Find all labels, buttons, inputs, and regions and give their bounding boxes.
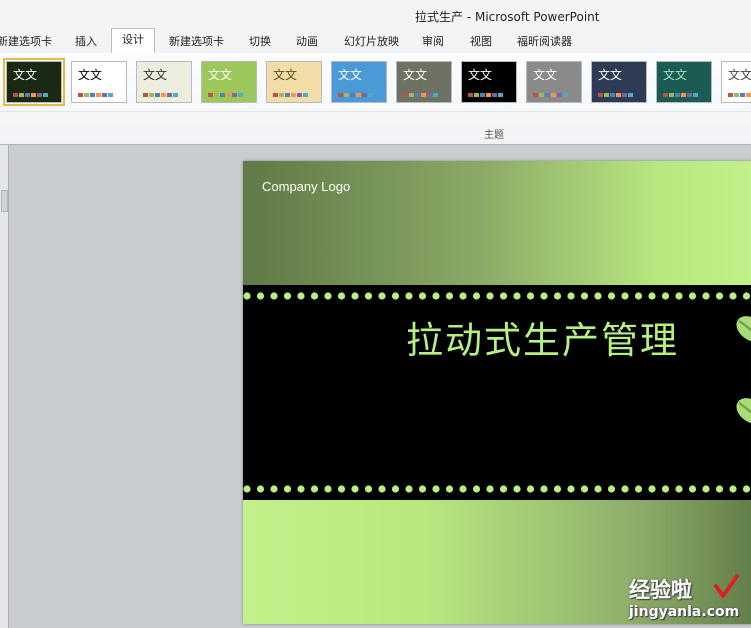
theme-sample-text: 文文 [273,68,298,82]
slide-title[interactable]: 拉动式生产管理 [406,310,679,364]
slide-canvas[interactable]: Company Logo 拉动式生产管理 [243,161,751,624]
theme-sample-text: 文文 [403,68,428,82]
dots-row-bottom [243,484,751,494]
window-title: 拉式生产 - Microsoft PowerPoint [415,10,600,24]
pane-resize-handle[interactable] [1,190,8,212]
theme-thumbnail[interactable]: 文文 [3,58,65,106]
tab-foxit-reader[interactable]: 福昕阅读器 [517,32,572,52]
theme-thumbnail[interactable]: 文文 [266,61,322,103]
theme-thumbnail[interactable]: 文文 [331,61,387,103]
slides-pane-edge[interactable] [0,145,9,628]
theme-color-swatches [728,93,751,97]
company-logo-text[interactable]: Company Logo [262,179,350,194]
leaf-ornament-icon [736,398,751,424]
watermark-url-text: jingyanla.com [629,604,740,620]
theme-sample-text: 文文 [208,68,233,82]
theme-thumbnail[interactable]: 文文 [526,61,582,103]
theme-sample-text: 文文 [728,68,751,82]
title-bar: 拉式生产 - Microsoft PowerPoint [0,0,751,28]
theme-sample-text: 文文 [468,68,493,82]
watermark-main-text: 经验啦 [629,578,692,602]
theme-thumbnail[interactable]: 文文 [721,61,751,103]
theme-sample-text: 文文 [338,68,363,82]
theme-color-swatches [273,93,308,97]
theme-thumbnail[interactable]: 文文 [461,61,517,103]
ribbon-divider [0,111,751,112]
theme-color-swatches [338,93,373,97]
tab-slideshow[interactable]: 幻灯片放映 [344,32,399,52]
themes-group-label: 主题 [484,130,504,141]
theme-color-swatches [78,93,113,97]
theme-sample-text: 文文 [13,68,38,82]
theme-color-swatches [468,93,503,97]
theme-color-swatches [143,93,178,97]
theme-thumbnail[interactable]: 文文 [136,61,192,103]
ribbon-tabs: 新建选项卡 插入 设计 新建选项卡 切换 动画 幻灯片放映 审阅 视图 福昕阅读… [0,28,751,54]
watermark: 经验啦 jingyanla.com [629,574,747,624]
tab-new-tab-1[interactable]: 新建选项卡 [0,32,52,52]
theme-thumbnail[interactable]: 文文 [591,61,647,103]
theme-sample-text: 文文 [598,68,623,82]
theme-color-swatches [663,93,698,97]
theme-sample-text: 文文 [78,68,103,82]
theme-thumbnail[interactable]: 文文 [656,61,712,103]
tab-new-tab-2[interactable]: 新建选项卡 [169,32,224,52]
theme-color-swatches [598,93,633,97]
theme-sample-text: 文文 [533,68,558,82]
checkmark-icon [714,574,739,598]
tab-design[interactable]: 设计 [111,28,155,53]
ribbon-design-panel: 文文 文文 文文 文文 文文 文文 文文 文文 文文 文文 文文 文文 主题 [0,53,751,145]
tab-view[interactable]: 视图 [470,32,492,52]
leaf-ornament-icon [736,316,751,342]
theme-thumbnail[interactable]: 文文 [71,61,127,103]
theme-color-swatches [403,93,438,97]
dots-row-top [243,291,751,301]
tab-insert[interactable]: 插入 [75,32,97,52]
theme-sample-text: 文文 [663,68,688,82]
tab-transitions[interactable]: 切换 [249,32,271,52]
theme-color-swatches [533,93,568,97]
slide-title-band: 拉动式生产管理 [243,285,751,500]
slide-top-gradient: Company Logo [243,161,751,285]
theme-color-swatches [208,93,243,97]
theme-thumbnail[interactable]: 文文 [396,61,452,103]
tab-animations[interactable]: 动画 [296,32,318,52]
theme-color-swatches [13,93,48,97]
theme-sample-text: 文文 [143,68,168,82]
theme-thumbnail[interactable]: 文文 [201,61,257,103]
tab-review[interactable]: 审阅 [422,32,444,52]
